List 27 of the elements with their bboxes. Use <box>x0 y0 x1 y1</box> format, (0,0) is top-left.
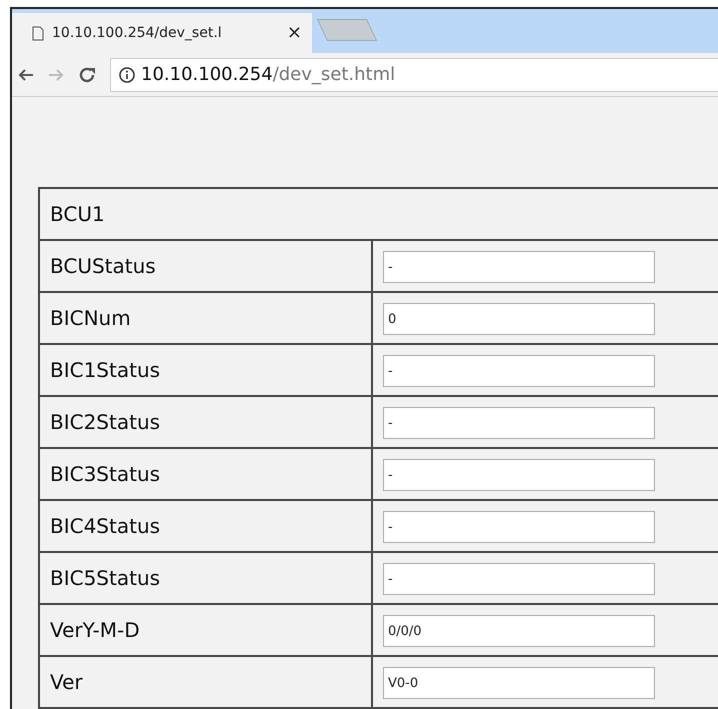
tab-title: 10.10.100.254/dev_set.l <box>52 24 223 42</box>
input-field[interactable]: - <box>383 407 655 440</box>
field-label: BIC1Status <box>39 344 372 396</box>
info-icon <box>119 66 135 82</box>
input-field[interactable]: - <box>383 251 655 284</box>
input-field[interactable]: V0-0 <box>383 667 655 700</box>
input-field[interactable]: - <box>383 459 655 492</box>
table-title: BCU1 <box>39 188 718 240</box>
page-icon <box>32 26 44 40</box>
address-bar[interactable]: 10.10.100.254/dev_set.html <box>110 58 718 92</box>
browser-tab[interactable]: 10.10.100.254/dev_set.l × <box>12 13 312 53</box>
input-field[interactable]: - <box>383 563 655 596</box>
input-field[interactable]: - <box>383 355 655 388</box>
input-field[interactable]: 0 <box>383 303 655 336</box>
reload-icon[interactable] <box>78 66 96 84</box>
field-label: BICNum <box>39 292 372 344</box>
input-field[interactable]: 0/0/0 <box>383 615 655 648</box>
back-icon[interactable] <box>18 66 34 82</box>
field-label: Ver <box>39 656 372 708</box>
field-label: BCUStatus <box>39 240 372 292</box>
field-label: VerY-M-D <box>39 604 372 656</box>
field-label: BIC2Status <box>39 396 372 448</box>
field-label: BIC4Status <box>39 500 372 552</box>
field-label: BIC3Status <box>39 448 372 500</box>
input-field[interactable]: - <box>383 511 655 544</box>
close-button[interactable]: × <box>286 24 302 42</box>
field-label: BIC5Status <box>39 552 372 604</box>
